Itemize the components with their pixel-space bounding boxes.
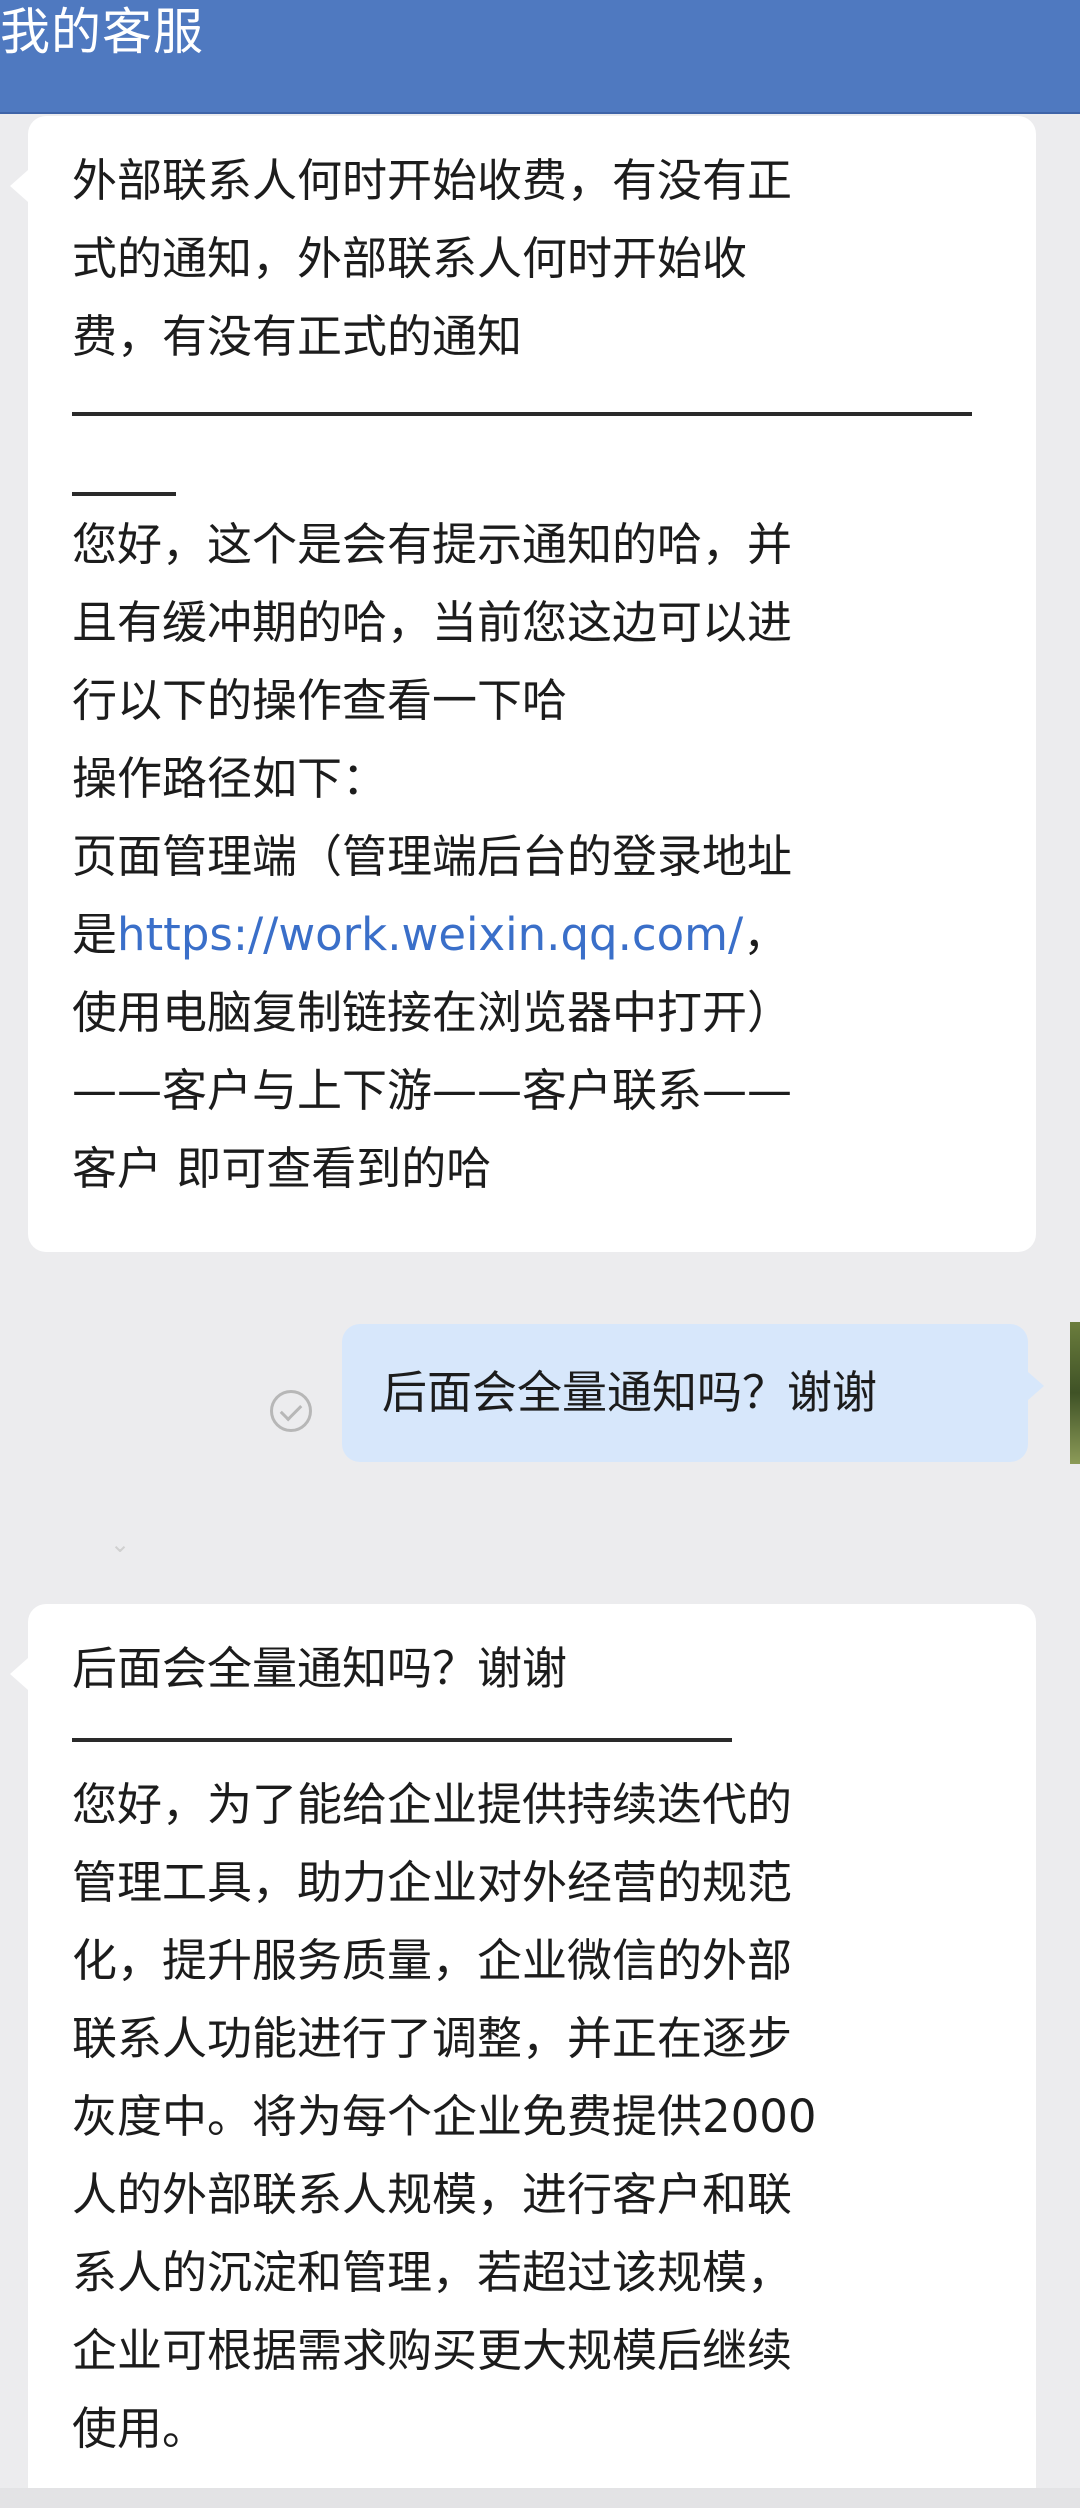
link-prefix: 是 bbox=[72, 908, 118, 961]
bottom-edge bbox=[0, 2488, 1080, 2508]
answer-line: 且有缓冲期的哈，当前您这边可以进 bbox=[72, 596, 793, 649]
check-circle-icon bbox=[270, 1390, 312, 1432]
page-title: 我的客服 bbox=[0, 3, 204, 61]
answer-line: 人的外部联系人规模，进行客户和联 bbox=[72, 2168, 793, 2221]
answer-line: ——客户与上下游——客户联系—— bbox=[72, 1064, 793, 1117]
link-suffix: ， bbox=[743, 908, 789, 961]
quote-divider-tail bbox=[72, 492, 176, 496]
quoted-question-line: 费，有没有正式的通知 bbox=[72, 310, 523, 363]
title-bar: 我的客服 bbox=[0, 0, 1080, 114]
answer-line: 使用电脑复制链接在浏览器中打开） bbox=[72, 986, 793, 1039]
avatar[interactable] bbox=[1070, 1322, 1080, 1464]
quoted-question-line: 外部联系人何时开始收费，有没有正 bbox=[72, 154, 793, 207]
answer-line: 您好，这个是会有提示通知的哈，并 bbox=[72, 518, 793, 571]
answer-line: 化，提升服务质量，企业微信的外部 bbox=[72, 1934, 793, 1987]
quote-divider bbox=[72, 1738, 732, 1742]
outgoing-message[interactable]: 后面会全量通知吗？谢谢 bbox=[342, 1324, 1044, 1462]
answer-line: 系人的沉淀和管理，若超过该规模， bbox=[72, 2246, 793, 2299]
answer-line: 行以下的操作查看一下哈 bbox=[72, 674, 568, 727]
answer-line: 操作路径如下： bbox=[72, 752, 388, 805]
answer-line: 管理工具，助力企业对外经营的规范 bbox=[72, 1856, 793, 1909]
login-address-line: 是https://work.weixin.qq.com/， bbox=[72, 896, 992, 974]
answer-line: 使用。 bbox=[72, 2402, 208, 2455]
chevron-down-icon: ⌄ bbox=[110, 1530, 131, 1558]
outgoing-message-text: 后面会全量通知吗？谢谢 bbox=[382, 1366, 878, 1419]
incoming-message-2[interactable]: 后面会全量通知吗？谢谢 您好，为了能给企业提供持续迭代的 管理工具，助力企业对外… bbox=[10, 1604, 1036, 2488]
answer-line: 您好，为了能给企业提供持续迭代的 bbox=[72, 1778, 793, 1831]
incoming-message-1[interactable]: 外部联系人何时开始收费，有没有正 式的通知，外部联系人何时开始收 费，有没有正式… bbox=[10, 116, 1036, 1252]
quoted-question-line: 式的通知，外部联系人何时开始收 bbox=[72, 232, 748, 285]
admin-link[interactable]: https://work.weixin.qq.com/ bbox=[117, 908, 743, 961]
answer-line: 灰度中。将为每个企业免费提供2000 bbox=[72, 2090, 817, 2143]
answer-line: 联系人功能进行了调整，并正在逐步 bbox=[72, 2012, 793, 2065]
answer-line: 页面管理端（管理端后台的登录地址 bbox=[72, 830, 793, 883]
quoted-question: 后面会全量通知吗？谢谢 bbox=[72, 1642, 568, 1695]
answer-line: 企业可根据需求购买更大规模后继续 bbox=[72, 2324, 793, 2377]
answer-line: 客户 即可查看到的哈 bbox=[72, 1142, 492, 1195]
quote-divider bbox=[72, 412, 972, 416]
